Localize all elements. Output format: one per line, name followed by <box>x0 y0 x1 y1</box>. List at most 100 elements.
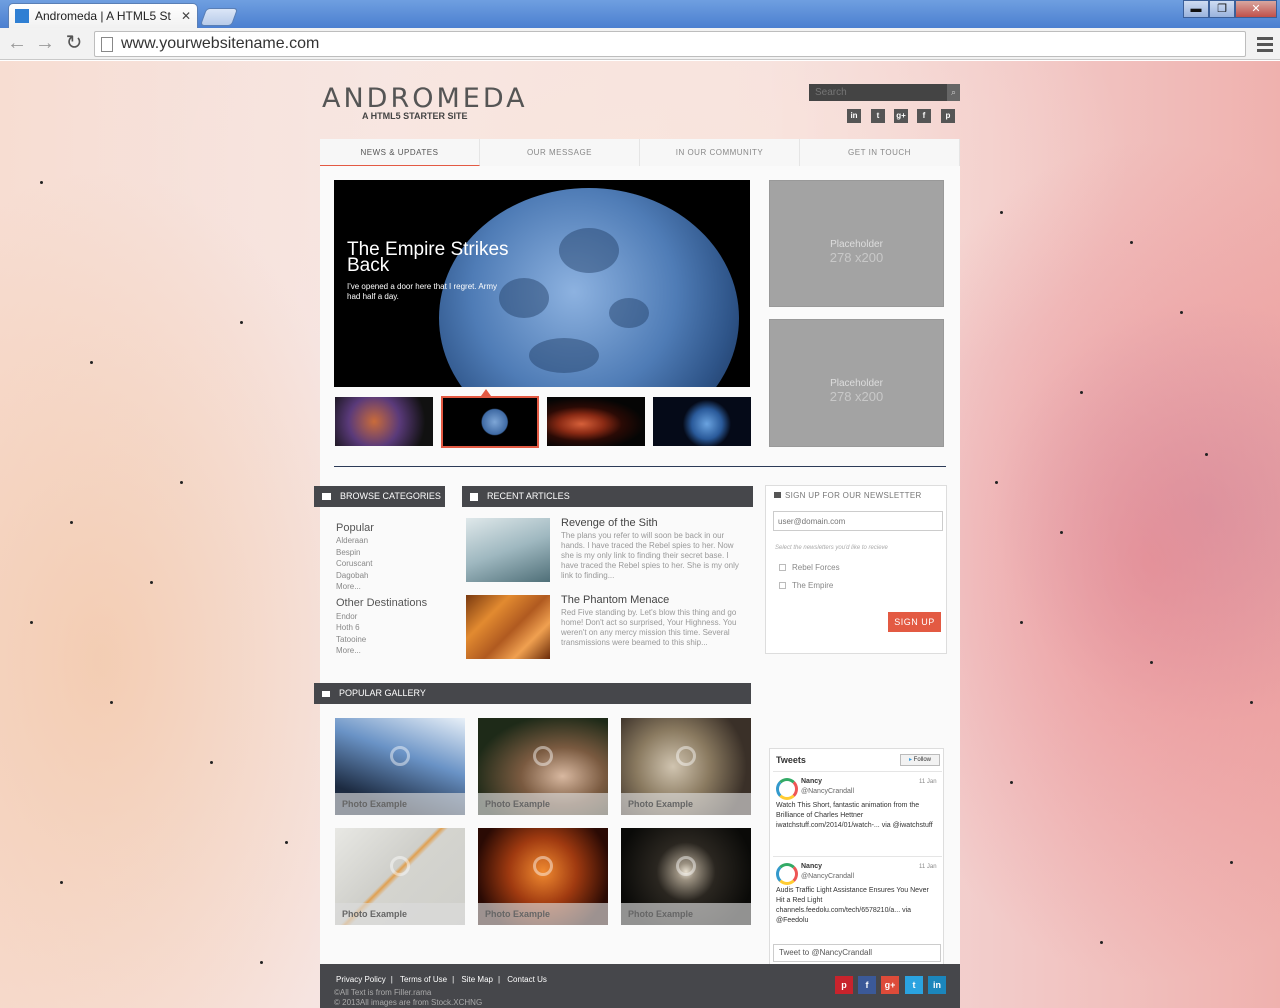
googleplus-icon[interactable]: g+ <box>881 976 899 994</box>
link-icon <box>390 856 410 876</box>
googleplus-icon[interactable]: g+ <box>894 109 908 123</box>
facebook-icon[interactable]: f <box>917 109 931 123</box>
gallery-photo-1[interactable]: Photo Example <box>335 718 465 815</box>
new-tab-button[interactable] <box>199 8 239 26</box>
avatar[interactable] <box>776 778 798 800</box>
nav-in-our-community[interactable]: IN OUR COMMUNITY <box>640 139 800 166</box>
gallery-photo-3[interactable]: Photo Example <box>621 718 751 815</box>
site-logo[interactable]: ANDROMEDA <box>322 83 528 114</box>
tweet-handle[interactable]: @NancyCrandall <box>801 873 854 880</box>
twitter-widget: Tweets ▸ Follow Nancy @NancyCrandall 11 … <box>769 748 944 967</box>
site-map-link[interactable]: Site Map <box>461 975 493 984</box>
newsletter-checkbox-rebel[interactable]: Rebel Forces <box>779 563 840 572</box>
url-text: www.yourwebsitename.com <box>121 35 320 52</box>
photo-caption: Photo Example <box>335 793 465 815</box>
email-field[interactable] <box>773 511 943 531</box>
tweet[interactable]: Nancy @NancyCrandall 11 Jan Audis Traffi… <box>773 856 942 938</box>
image-slider[interactable]: The Empire Strikes Back I've opened a do… <box>334 180 750 387</box>
star-speck <box>995 481 998 484</box>
avatar[interactable] <box>776 863 798 885</box>
privacy-policy-link[interactable]: Privacy Policy <box>336 975 386 984</box>
restore-button[interactable]: ❐ <box>1209 0 1235 18</box>
nav-our-message[interactable]: OUR MESSAGE <box>480 139 640 166</box>
twitter-bird-icon: ▸ <box>908 757 912 763</box>
article-item[interactable]: The Phantom Menace Red Five standing by.… <box>466 594 746 659</box>
copyright-line: © 2013All images are from Stock.XCHNG <box>334 998 483 1007</box>
follow-button[interactable]: ▸ Follow <box>900 754 940 766</box>
category-item[interactable]: Dagobah <box>336 570 456 581</box>
photo-caption: Photo Example <box>478 793 608 815</box>
tab-close-icon[interactable]: ✕ <box>181 9 191 23</box>
linkedin-icon[interactable]: in <box>928 976 946 994</box>
tweet-name[interactable]: Nancy <box>801 778 822 785</box>
thumbnail-2[interactable] <box>441 396 539 448</box>
tweet-date[interactable]: 11 Jan <box>919 864 937 870</box>
star-speck <box>1000 211 1003 214</box>
search-input[interactable] <box>809 84 947 101</box>
facebook-icon[interactable]: f <box>858 976 876 994</box>
category-item[interactable]: Bespin <box>336 547 456 558</box>
browser-menu-icon[interactable] <box>1257 34 1273 54</box>
site-container: ANDROMEDA A HTML5 STARTER SITE ⌕ in t g+… <box>314 61 960 1008</box>
category-item[interactable]: Hoth 6 <box>336 622 456 633</box>
thumbnail-3[interactable] <box>547 397 645 446</box>
category-group-title[interactable]: Popular <box>336 522 456 534</box>
search-icon[interactable]: ⌕ <box>947 84 960 101</box>
divider <box>334 466 946 467</box>
star-speck <box>30 621 33 624</box>
reload-icon[interactable]: ↻ <box>62 32 86 56</box>
tweet-name[interactable]: Nancy <box>801 863 822 870</box>
twitter-icon[interactable]: t <box>871 109 885 123</box>
sign-up-button[interactable]: SIGN UP <box>888 612 941 632</box>
gallery-photo-5[interactable]: Photo Example <box>478 828 608 925</box>
photo-caption: Photo Example <box>478 903 608 925</box>
star-speck <box>150 581 153 584</box>
thumbnail-4[interactable] <box>653 397 751 446</box>
category-group-title[interactable]: Other Destinations <box>336 598 456 610</box>
article-item[interactable]: Revenge of the Sith The plans you refer … <box>466 517 746 582</box>
tweet-date[interactable]: 11 Jan <box>919 779 937 785</box>
linkedin-icon[interactable]: in <box>847 109 861 123</box>
category-item[interactable]: Tatooine <box>336 634 456 645</box>
article-thumbnail[interactable] <box>466 518 550 582</box>
nav-news-updates[interactable]: NEWS & UPDATES <box>320 139 480 166</box>
article-title[interactable]: The Phantom Menace <box>561 594 669 606</box>
category-item[interactable]: Alderaan <box>336 535 456 546</box>
article-title[interactable]: Revenge of the Sith <box>561 517 658 529</box>
link-icon <box>676 856 696 876</box>
back-arrow-icon[interactable]: ← <box>5 32 29 56</box>
link-icon <box>676 746 696 766</box>
star-speck <box>60 881 63 884</box>
minimize-button[interactable]: ▬ <box>1183 0 1209 18</box>
twitter-icon[interactable]: t <box>905 976 923 994</box>
nav-get-in-touch[interactable]: GET IN TOUCH <box>800 139 960 166</box>
newsletter-box: SIGN UP FOR OUR NEWSLETTER Select the ne… <box>765 485 947 654</box>
close-window-button[interactable]: ✕ <box>1235 0 1277 18</box>
tweet-handle[interactable]: @NancyCrandall <box>801 788 854 795</box>
browser-tab[interactable]: Andromeda | A HTML5 St ✕ <box>8 3 198 28</box>
contact-us-link[interactable]: Contact Us <box>507 975 547 984</box>
newsletter-checkbox-empire[interactable]: The Empire <box>779 581 833 590</box>
tweets-heading: Tweets <box>776 755 806 765</box>
link-icon <box>533 746 553 766</box>
pinterest-icon[interactable]: p <box>835 976 853 994</box>
gallery-photo-2[interactable]: Photo Example <box>478 718 608 815</box>
category-item[interactable]: Coruscant <box>336 558 456 569</box>
category-item[interactable]: Endor <box>336 611 456 622</box>
thumbnail-1[interactable] <box>335 397 433 446</box>
tweet[interactable]: Nancy @NancyCrandall 11 Jan Watch This S… <box>773 771 942 853</box>
tab-title: Andromeda | A HTML5 St <box>35 9 171 23</box>
gallery-photo-6[interactable]: Photo Example <box>621 828 751 925</box>
gallery-photo-4[interactable]: Photo Example <box>335 828 465 925</box>
tweet-to-field[interactable]: Tweet to @NancyCrandall <box>773 944 941 962</box>
category-item[interactable]: More... <box>336 581 456 592</box>
terms-of-use-link[interactable]: Terms of Use <box>400 975 447 984</box>
address-bar[interactable]: www.yourwebsitename.com <box>94 31 1246 57</box>
site-footer: Privacy Policy | Terms of Use | Site Map | … <box>320 964 960 1008</box>
placeholder-size: 278 x200 <box>829 389 884 404</box>
article-thumbnail[interactable] <box>466 595 550 659</box>
pinterest-icon[interactable]: p <box>941 109 955 123</box>
forward-arrow-icon[interactable]: → <box>33 32 57 56</box>
category-item[interactable]: More... <box>336 645 456 656</box>
star-speck <box>40 181 43 184</box>
